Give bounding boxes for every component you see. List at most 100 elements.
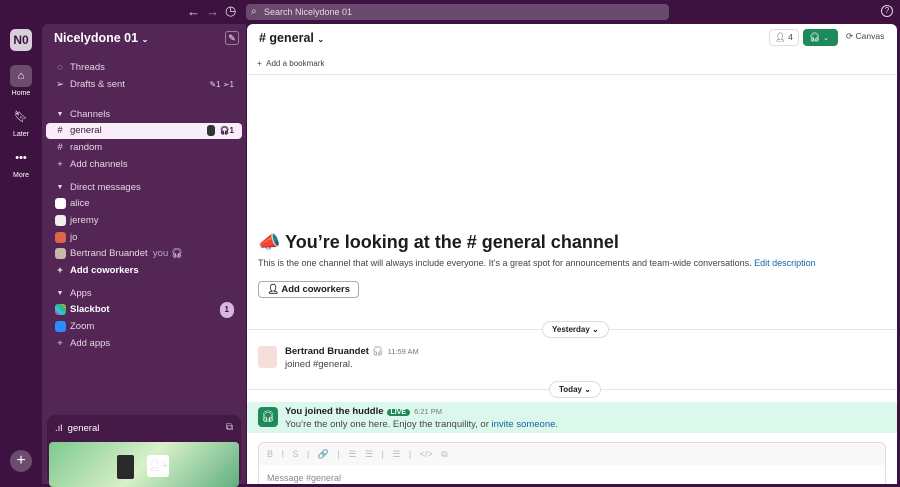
add-apps[interactable]: + Add apps (46, 336, 242, 352)
author-name[interactable]: Bertrand Bruandet (285, 346, 369, 357)
dm-jo[interactable]: jo (46, 230, 242, 246)
headphones-icon: 🎧︎ (809, 32, 821, 42)
channel-title[interactable]: # general ⌄ (259, 31, 324, 45)
message-input[interactable]: Message #general (259, 465, 885, 484)
popout-icon[interactable]: ⧉ (226, 422, 233, 433)
compose-icon[interactable]: ✎ (225, 31, 239, 45)
hash-icon: # (57, 125, 63, 136)
help-icon[interactable]: ? (881, 5, 893, 17)
channels-header[interactable]: ▼ Channels (46, 107, 242, 123)
rail-later[interactable]: 🔖︎ Later (0, 106, 42, 138)
sidebar-item-random[interactable]: # random (46, 140, 242, 156)
sidebar-item-general[interactable]: # general 🎧︎1 (46, 123, 242, 139)
huddle-header: You joined the huddle LIVE 6:21 PM (285, 406, 442, 417)
huddle-panel: .ıl general ⧉ 👤︎+ (47, 415, 241, 487)
canvas-label: Canvas (855, 31, 885, 41)
date-divider-today[interactable]: Today ⌄ (549, 381, 601, 398)
send-icon: ➢ (56, 79, 64, 90)
workspace-switcher[interactable]: N0 (10, 29, 32, 51)
label: Slackbot (70, 304, 110, 315)
huddle-indicator: 🎧︎1 (206, 123, 234, 139)
headphones-icon: 🎧︎ (371, 346, 384, 357)
timestamp[interactable]: 11:59 AM (388, 347, 419, 356)
chevron-down-icon: ⌄ (822, 35, 829, 42)
slackbot-icon (54, 302, 66, 318)
dm-self[interactable]: Bertrand Bruandet you 🎧︎ (46, 246, 242, 262)
headphones-icon: 🎧︎ (258, 407, 278, 427)
avatar (54, 230, 66, 246)
sidebar: Nicelydone 01 ⌄ ✎ ◌ Threads ➢ Drafts & sen… (42, 24, 246, 487)
edit-description-link[interactable]: Edit description (754, 258, 816, 268)
huddle-text: You’re the only one here. Enjoy the tran… (285, 419, 558, 430)
message-header: Bertrand Bruandet 🎧︎ 11:59 AM (285, 346, 419, 357)
label: Apps (70, 288, 92, 299)
huddle-button[interactable]: 🎧︎ ⌄ (803, 29, 838, 46)
app-zoom[interactable]: Zoom (46, 319, 242, 335)
avatar (54, 213, 66, 229)
signal-icon: .ıl (55, 423, 63, 434)
timestamp[interactable]: 6:21 PM (414, 407, 442, 416)
workspace-name-label: Nicelydone 01 (54, 31, 139, 45)
history-icon[interactable]: ◷ (225, 3, 236, 19)
button-label: Add coworkers (281, 284, 350, 295)
avatar (117, 455, 134, 479)
label: Threads (70, 62, 105, 73)
back-arrow-icon[interactable]: ← (187, 4, 200, 19)
add-channels[interactable]: + Add channels (46, 157, 242, 173)
app-slackbot[interactable]: Slackbot 1 (46, 302, 242, 318)
huddle-video: 👤︎+ (49, 442, 239, 487)
rail-label: Later (13, 131, 29, 138)
message-composer[interactable]: B I S | 🔗 | ☰ ☰ | ☰ | </> ⧉ Message #gen… (258, 442, 886, 484)
forward-arrow-icon[interactable]: → (206, 4, 219, 19)
canvas-button[interactable]: ⟳ Canvas (841, 29, 889, 46)
members-button[interactable]: 👤︎ 4 (769, 29, 799, 46)
label: general (70, 125, 102, 136)
add-person-icon[interactable]: 👤︎+ (147, 455, 169, 477)
huddle-count: 1 (229, 126, 234, 135)
rail-label: More (13, 172, 29, 179)
label: alice (70, 198, 90, 209)
label: Add apps (70, 338, 111, 349)
add-coworkers[interactable]: + Add coworkers (46, 263, 242, 279)
dm-alice[interactable]: alice (46, 196, 242, 212)
sidebar-item-threads[interactable]: ◌ Threads (46, 60, 242, 76)
channel-name: # general (259, 31, 314, 45)
search-input[interactable]: ⌕ Search Nicelydone 01 (246, 4, 669, 20)
more-icon: ••• (15, 152, 27, 164)
huddle-title: You joined the huddle (285, 406, 384, 417)
date-divider-yesterday[interactable]: Yesterday ⌄ (542, 321, 609, 338)
rail-label: Home (11, 90, 31, 97)
add-workspace-button[interactable]: + (10, 450, 32, 472)
search-icon: ⌕ (251, 6, 257, 17)
sidebar-item-drafts[interactable]: ➢ Drafts & sent ✎1 ➢1 (46, 77, 242, 93)
rail-home[interactable]: ⌂ Home (0, 65, 42, 97)
avatar (54, 196, 66, 212)
label: Add channels (70, 159, 128, 170)
canvas-icon: ⟳ (846, 31, 854, 41)
workspace-rail: N0 ⌂ Home 🔖︎ Later ••• More + (0, 24, 42, 484)
huddle-title: .ıl general (55, 423, 99, 434)
person-icon: 👤︎ (775, 32, 786, 42)
label: jo (70, 232, 78, 243)
apps-header[interactable]: ▼ Apps (46, 286, 242, 302)
chevron-down-icon: ⌄ (317, 35, 325, 44)
divider (247, 74, 897, 75)
avatar[interactable] (258, 346, 277, 368)
headphones-icon: 🎧︎ (170, 248, 183, 259)
invite-someone-link[interactable]: invite someone. (492, 419, 559, 430)
dm-jeremy[interactable]: jeremy (46, 213, 242, 229)
caret-down-icon: ▼ (56, 290, 64, 297)
date-label: Today (559, 385, 582, 394)
plus-icon: + (57, 338, 63, 349)
label: Drafts & sent (70, 79, 125, 90)
dm-header[interactable]: ▼ Direct messages (46, 180, 242, 196)
label: Add coworkers (70, 265, 139, 276)
add-bookmark[interactable]: + Add a bookmark (257, 59, 324, 68)
label: Direct messages (70, 182, 141, 193)
rail-more[interactable]: ••• More (0, 147, 42, 179)
add-coworkers-button[interactable]: 👤︎ Add coworkers (258, 281, 359, 298)
label: Bertrand Bruandet (70, 248, 148, 259)
search-placeholder: Search Nicelydone 01 (264, 7, 353, 17)
formatting-toolbar[interactable]: B I S | 🔗 | ☰ ☰ | ☰ | </> ⧉ (259, 443, 885, 465)
workspace-name[interactable]: Nicelydone 01 ⌄ (54, 31, 148, 45)
